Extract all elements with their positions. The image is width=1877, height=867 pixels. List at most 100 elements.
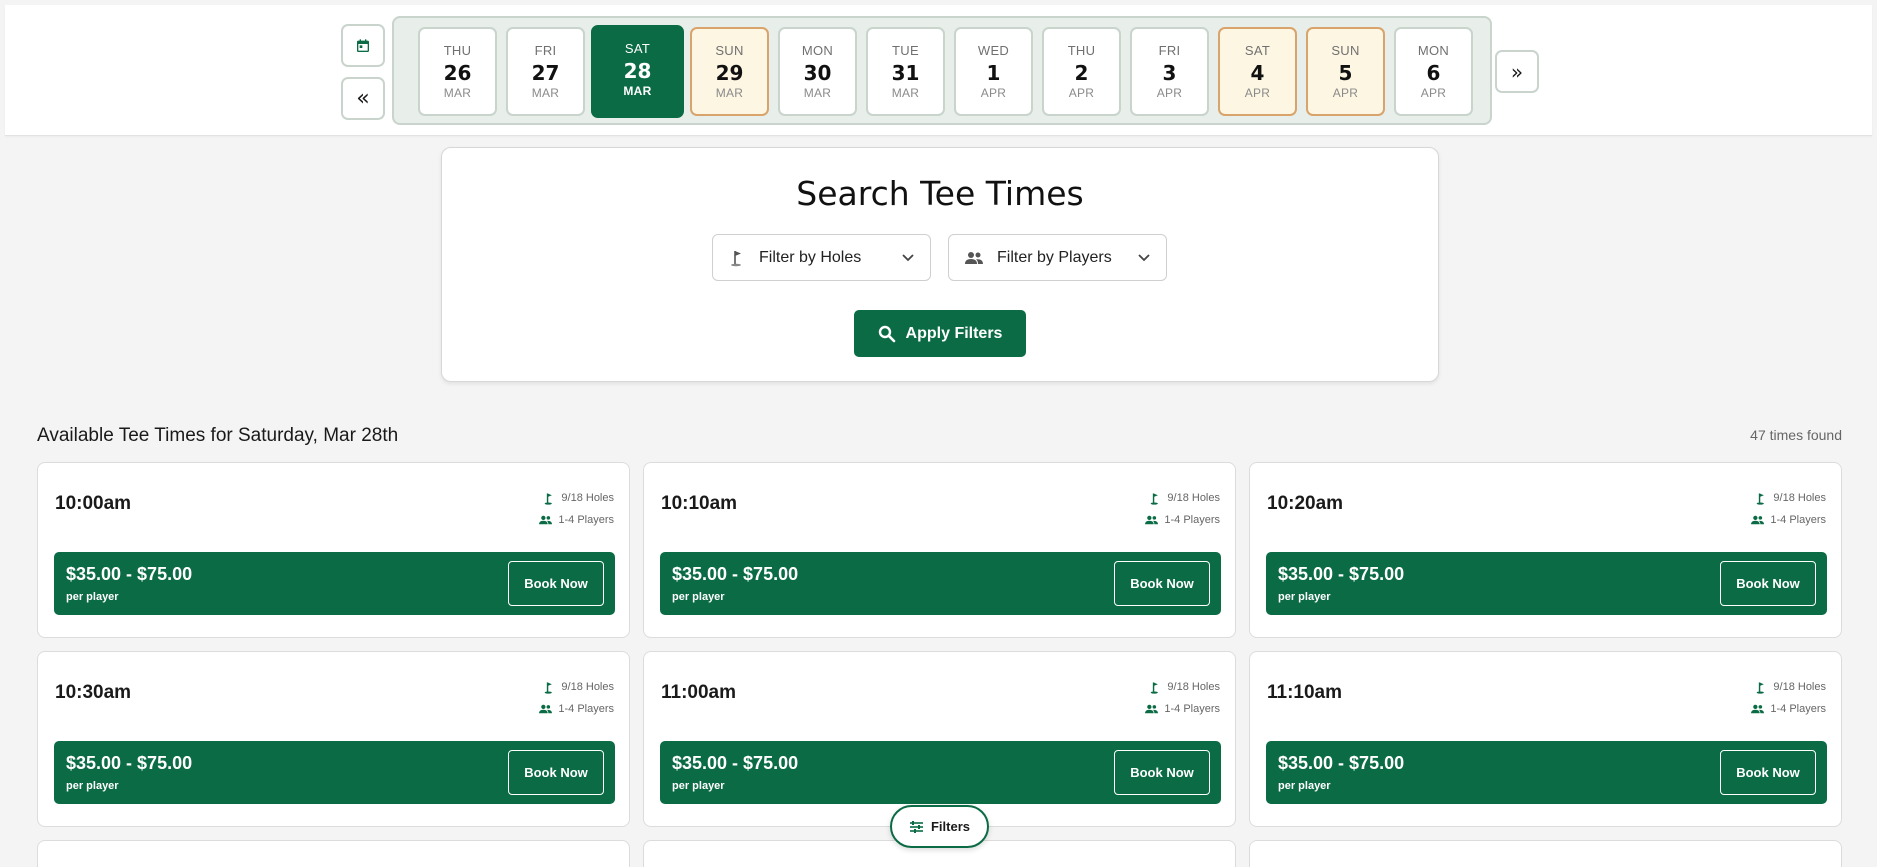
date-item-mon-30[interactable]: MON 30 MAR xyxy=(778,27,857,116)
price-bar: $35.00 - $75.00 per player Book Now xyxy=(660,552,1221,615)
date-weekday: FRI xyxy=(1158,43,1181,58)
date-month: APR xyxy=(1068,86,1095,100)
date-weekday: WED xyxy=(977,43,1010,58)
price-bar: $35.00 - $75.00 per player Book Now xyxy=(1266,741,1827,804)
tee-time: 10:00am xyxy=(55,493,132,514)
price-bar: $35.00 - $75.00 per player Book Now xyxy=(54,552,615,615)
date-weekday: TUE xyxy=(892,43,919,58)
golf-flag-icon xyxy=(1151,492,1159,505)
tee-time: 10:10am xyxy=(661,493,738,514)
price-range: $35.00 - $75.00 xyxy=(1278,564,1405,584)
holes-info: 9/18 Holes xyxy=(1145,487,1220,509)
date-strip: THU 26 MAR FRI 27 MAR SAT 28 MAR SUN 29 MAR MON 30 MAR… xyxy=(392,16,1492,125)
holes-info: 9/18 Holes xyxy=(1751,487,1826,509)
results-title: Available Tee Times for Saturday, Mar 28… xyxy=(37,425,399,446)
golf-flag-icon xyxy=(545,492,553,505)
calendar-button[interactable] xyxy=(341,24,385,67)
players-info: 1-4 Players xyxy=(1751,509,1826,531)
tee-time-card: 10:20am 9/18 Holes 1-4 Players $35.00 - $75… xyxy=(1249,462,1842,638)
date-day-number: 2 xyxy=(1074,61,1089,85)
holes-filter-select[interactable]: Filter by Holes xyxy=(712,234,931,281)
date-month: MAR xyxy=(715,86,744,100)
golf-flag-icon xyxy=(1757,492,1765,505)
players-icon xyxy=(1751,704,1765,714)
date-month: APR xyxy=(1420,86,1447,100)
holes-text: 9/18 Holes xyxy=(1167,492,1220,504)
price-unit: per player xyxy=(672,780,725,792)
tee-time-meta: 9/18 Holes 1-4 Players xyxy=(1751,487,1826,531)
apply-filters-label: Apply Filters xyxy=(905,324,1003,342)
price-unit: per player xyxy=(1278,591,1331,603)
date-month: MAR xyxy=(443,86,472,100)
next-dates-button[interactable]: » xyxy=(1495,50,1539,93)
date-day-number: 4 xyxy=(1250,61,1265,85)
golf-flag-icon xyxy=(1151,681,1159,694)
date-item-wed-1[interactable]: WED 1 APR xyxy=(954,27,1033,116)
date-item-sat-4[interactable]: SAT 4 APR xyxy=(1218,27,1297,116)
date-day-number: 29 xyxy=(715,61,744,85)
price-bar: $35.00 - $75.00 per player Book Now xyxy=(1266,552,1827,615)
book-now-button[interactable]: Book Now xyxy=(1720,561,1816,606)
tee-time-card xyxy=(37,840,630,867)
price-range: $35.00 - $75.00 xyxy=(672,753,799,773)
tee-time-meta: 9/18 Holes 1-4 Players xyxy=(539,676,614,720)
date-day-number: 5 xyxy=(1338,61,1353,85)
date-day-number: 3 xyxy=(1162,61,1177,85)
date-item-sun-5[interactable]: SUN 5 APR xyxy=(1306,27,1385,116)
tee-time-meta: 9/18 Holes 1-4 Players xyxy=(1145,487,1220,531)
book-now-button[interactable]: Book Now xyxy=(1114,750,1210,795)
apply-filters-button[interactable]: Apply Filters xyxy=(854,310,1026,357)
search-title: Search Tee Times xyxy=(796,174,1084,213)
date-item-tue-31[interactable]: TUE 31 MAR xyxy=(866,27,945,116)
date-month: APR xyxy=(980,86,1007,100)
book-now-button[interactable]: Book Now xyxy=(1720,750,1816,795)
players-info: 1-4 Players xyxy=(1145,698,1220,720)
date-item-thu-2[interactable]: THU 2 APR xyxy=(1042,27,1121,116)
date-item-sat-28[interactable]: SAT 28 MAR xyxy=(591,25,684,118)
holes-text: 9/18 Holes xyxy=(561,492,614,504)
price-unit: per player xyxy=(66,780,119,792)
tee-time-card: 11:10am 9/18 Holes 1-4 Players $35.00 - $75… xyxy=(1249,651,1842,827)
date-item-fri-27[interactable]: FRI 27 MAR xyxy=(506,27,585,116)
date-item-mon-6[interactable]: MON 6 APR xyxy=(1394,27,1473,116)
tee-time-card: 10:10am 9/18 Holes 1-4 Players $35.00 - $75… xyxy=(643,462,1236,638)
date-weekday: SAT xyxy=(624,41,651,56)
tee-time-card: 10:00am 9/18 Holes 1-4 Players $35.00 - $75… xyxy=(37,462,630,638)
price-bar: $35.00 - $75.00 per player Book Now xyxy=(54,741,615,804)
book-now-button[interactable]: Book Now xyxy=(508,750,604,795)
date-weekday: MON xyxy=(1417,43,1450,58)
holes-text: 9/18 Holes xyxy=(1167,681,1220,693)
chevron-down-icon xyxy=(1138,254,1150,262)
holes-info: 9/18 Holes xyxy=(1145,676,1220,698)
players-icon xyxy=(539,515,553,525)
players-text: 1-4 Players xyxy=(1164,514,1220,526)
book-now-button[interactable]: Book Now xyxy=(508,561,604,606)
chevron-down-icon xyxy=(902,254,914,262)
tee-time-card: 11:00am 9/18 Holes 1-4 Players $35.00 - $75… xyxy=(643,651,1236,827)
date-weekday: THU xyxy=(443,43,472,58)
book-now-button[interactable]: Book Now xyxy=(1114,561,1210,606)
players-info: 1-4 Players xyxy=(1751,698,1826,720)
players-text: 1-4 Players xyxy=(1164,703,1220,715)
players-filter-select[interactable]: Filter by Players xyxy=(948,234,1167,281)
price-range: $35.00 - $75.00 xyxy=(66,564,193,584)
results-section: Available Tee Times for Saturday, Mar 28… xyxy=(5,405,1872,867)
tee-time-meta: 9/18 Holes 1-4 Players xyxy=(1145,676,1220,720)
prev-dates-button[interactable]: « xyxy=(341,77,385,120)
date-weekday: SAT xyxy=(1244,43,1271,58)
date-item-thu-26[interactable]: THU 26 MAR xyxy=(418,27,497,116)
date-month: MAR xyxy=(891,86,920,100)
players-text: 1-4 Players xyxy=(1770,514,1826,526)
price-unit: per player xyxy=(672,591,725,603)
date-item-sun-29[interactable]: SUN 29 MAR xyxy=(690,27,769,116)
search-icon xyxy=(878,325,895,342)
price-range: $35.00 - $75.00 xyxy=(672,564,799,584)
tee-time-meta: 9/18 Holes 1-4 Players xyxy=(539,487,614,531)
filters-floating-button[interactable]: Filters xyxy=(890,805,989,848)
date-day-number: 26 xyxy=(443,61,472,85)
holes-info: 9/18 Holes xyxy=(1751,676,1826,698)
golf-flag-icon xyxy=(1757,681,1765,694)
tee-time: 11:10am xyxy=(1267,682,1343,703)
date-month: MAR xyxy=(623,84,652,98)
date-item-fri-3[interactable]: FRI 3 APR xyxy=(1130,27,1209,116)
